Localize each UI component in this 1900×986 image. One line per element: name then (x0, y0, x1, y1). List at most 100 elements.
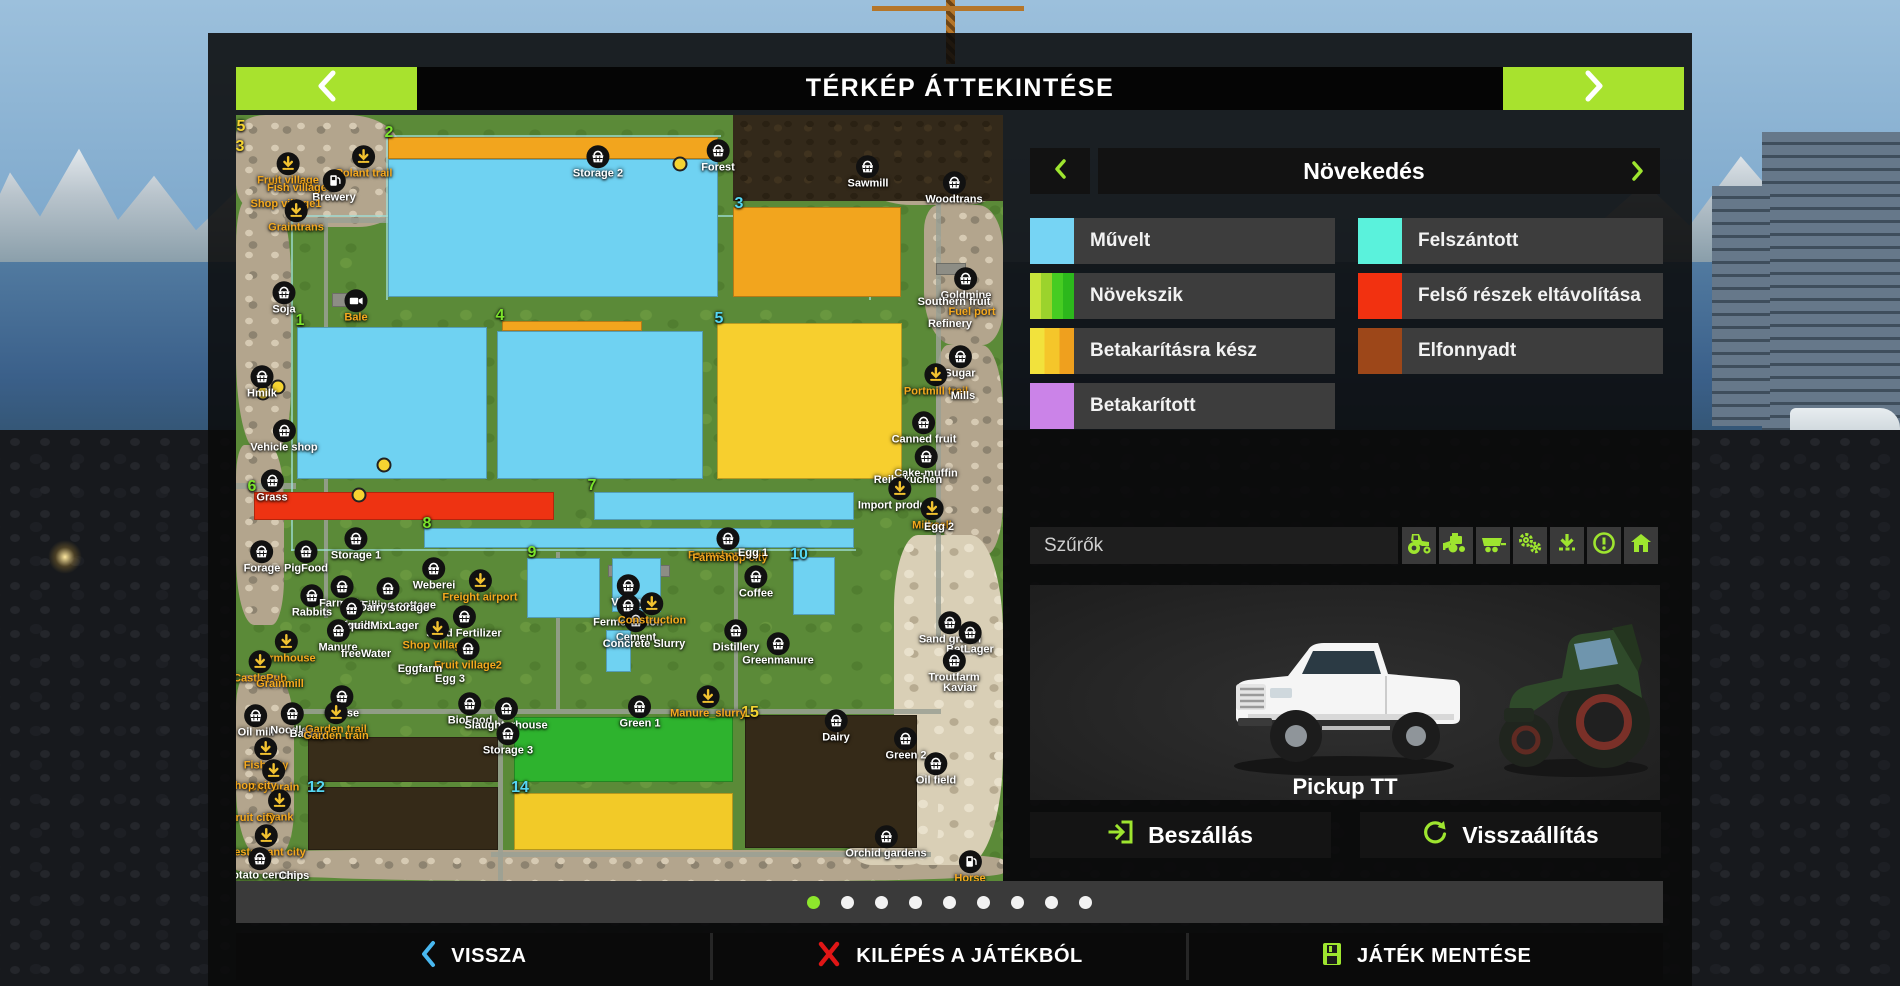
map-poi-label: Hmilk (247, 388, 277, 400)
collectible-dot (673, 157, 688, 172)
basket-icon (272, 281, 296, 304)
filter-harvester-button[interactable] (1439, 527, 1473, 564)
map-poi-sawmill: Sawmill (848, 155, 889, 190)
map-poi-manure-slurry: Manure_slurry (670, 685, 746, 720)
map-poi-hmilk: Hmilk (247, 365, 277, 400)
harvester-icon (1442, 531, 1470, 560)
page-dot[interactable] (1045, 896, 1058, 909)
enter-vehicle-label: Beszállás (1148, 822, 1253, 849)
field-number: 4 (496, 307, 505, 325)
field-number: 14 (511, 779, 529, 797)
page-dot[interactable] (875, 896, 888, 909)
basket-icon (914, 445, 938, 468)
map-poi-label: Greenmanure (742, 655, 814, 667)
next-page-button[interactable] (1503, 67, 1684, 110)
unload-icon (284, 199, 308, 222)
filter-trailer-button[interactable] (1476, 527, 1510, 564)
reset-icon (1422, 819, 1448, 851)
basket-icon (456, 637, 480, 660)
map-poi-label: Manure_slurry (670, 708, 746, 720)
map-poi-garden-train: Garden train (303, 730, 368, 742)
map-poi-woodtrans: Woodtrans (925, 171, 982, 206)
page-dot-active[interactable] (807, 896, 820, 909)
collectible-dot (377, 458, 392, 473)
field-number: 5 (715, 310, 724, 328)
legend-label: Elfonnyadt (1402, 328, 1663, 374)
map-field (388, 159, 718, 297)
basket-icon (280, 702, 304, 725)
basket-icon (924, 752, 948, 775)
back-button[interactable]: VISSZA (236, 933, 710, 980)
filter-gears-button[interactable] (1513, 527, 1547, 564)
page-dot[interactable] (1011, 896, 1024, 909)
basket-icon (250, 365, 274, 388)
page-dot[interactable] (909, 896, 922, 909)
map-poi-label: Fruit village2 (434, 660, 502, 672)
filter-download-button[interactable] (1550, 527, 1584, 564)
field-number: 10 (790, 546, 808, 564)
unload-icon (352, 145, 376, 168)
basket-icon (376, 577, 400, 600)
map-field (514, 793, 733, 850)
quit-game-label: KILÉPÉS A JÁTÉKBÓL (856, 945, 1082, 968)
map-poi-label: Grass (256, 492, 287, 504)
close-x-icon (816, 940, 842, 974)
gears-icon (1517, 531, 1543, 560)
reset-vehicle-button[interactable]: Visszaállítás (1360, 812, 1661, 858)
unload-icon (268, 789, 292, 812)
save-game-label: JÁTÉK MENTÉSE (1357, 945, 1531, 968)
page-dot[interactable] (943, 896, 956, 909)
basket-icon (628, 695, 652, 718)
enter-vehicle-button[interactable]: Beszállás (1030, 812, 1331, 858)
basket-icon (244, 704, 268, 727)
trailer-icon (1479, 531, 1507, 560)
map-poi-chips: Chips (279, 870, 310, 881)
chevron-left-icon (1052, 158, 1068, 185)
legend-label: Növekszik (1074, 273, 1335, 319)
reset-vehicle-label: Visszaállítás (1462, 822, 1598, 849)
filter-warning-button[interactable] (1587, 527, 1621, 564)
map-poi-label: Forest (701, 162, 735, 174)
map-poi-label: Oil field (916, 775, 956, 787)
legend-prev-button[interactable] (1030, 148, 1090, 194)
filter-home-button[interactable] (1624, 527, 1658, 564)
field-number: 3 (735, 195, 744, 213)
unload-icon (468, 569, 492, 592)
map-poi-label: Storage 3 (483, 745, 533, 757)
unload-icon (696, 685, 720, 708)
field-number: 9 (528, 544, 537, 562)
legend-next-button[interactable] (1630, 160, 1646, 182)
unload-icon (254, 824, 278, 847)
map-field (594, 492, 854, 520)
map-poi-storage-2: Storage 2 (573, 145, 623, 180)
map-poi-egg-2: Egg 2 (924, 521, 954, 533)
map-field (424, 528, 854, 548)
unload-icon (248, 650, 272, 673)
map-poi-label: Chips (279, 870, 310, 881)
legend-swatch (1358, 218, 1402, 264)
building-right-2 (1712, 186, 1770, 426)
chevron-right-icon (1630, 160, 1646, 182)
legend-swatch (1030, 383, 1074, 429)
map-poi-soja: Soja (272, 281, 296, 316)
page-dot[interactable] (841, 896, 854, 909)
page-dot[interactable] (1079, 896, 1092, 909)
field-number: 1 (296, 312, 305, 330)
basket-icon (344, 527, 368, 550)
map-overview: 1234567891012141553Fruit villagePolant t… (236, 115, 1003, 881)
prev-page-button[interactable] (236, 67, 417, 110)
legend-item: Betakarított (1030, 383, 1335, 429)
page-dot[interactable] (977, 896, 990, 909)
legend-label: Betakarításra kész (1074, 328, 1335, 374)
map-poi-label: Refinery (928, 318, 972, 330)
map-poi-egg-3: Egg 3 (435, 673, 465, 685)
map-field (717, 323, 902, 479)
field-number: 2 (385, 124, 394, 142)
basket-icon (340, 597, 364, 620)
bottom-bar: VISSZA KILÉPÉS A JÁTÉKBÓL JÁTÉK MENTÉSE (236, 933, 1663, 980)
save-game-button[interactable]: JÁTÉK MENTÉSE (1189, 933, 1663, 980)
map-poi-fruit-city: Fruit city (236, 812, 275, 824)
map-poi-label: Egg 1 (738, 547, 768, 559)
filter-tractor-button[interactable] (1402, 527, 1436, 564)
quit-game-button[interactable]: KILÉPÉS A JÁTÉKBÓL (713, 933, 1187, 980)
